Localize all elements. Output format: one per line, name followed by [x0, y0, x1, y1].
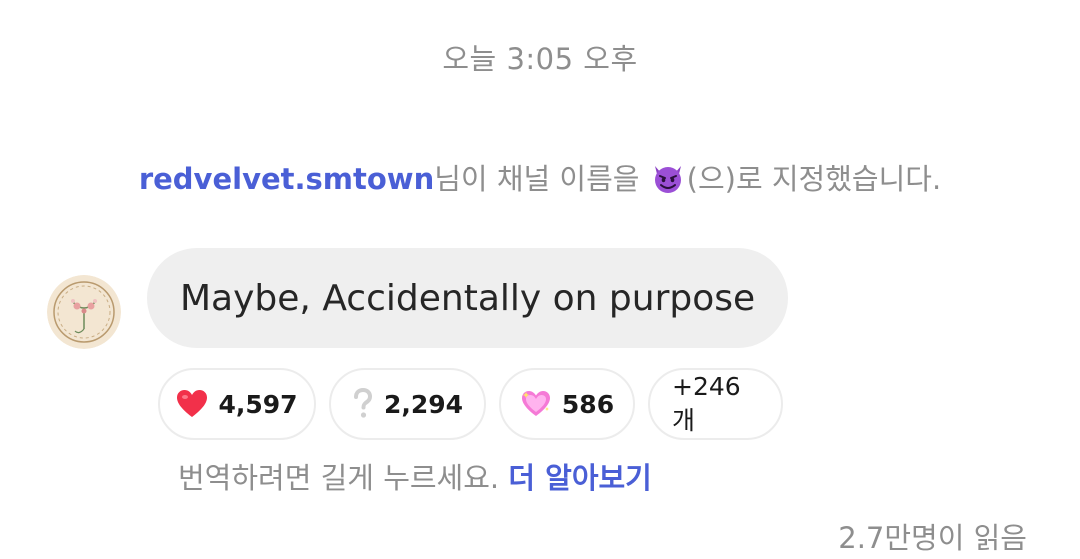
message-bubble[interactable]: Maybe, Accidentally on purpose [147, 248, 789, 348]
timestamp: 오늘 3:05 오후 [442, 42, 638, 76]
read-count: 2.7만명이 읽음 [838, 521, 1027, 555]
translate-hint-text: 번역하려면 길게 누르세요. [178, 461, 500, 495]
notice-suffix: (으)로 지정했습니다. [686, 162, 942, 196]
reaction-count: 586 [561, 389, 615, 419]
more-reactions-button[interactable]: +246개 [648, 368, 783, 440]
more-reactions-count: +246개 [672, 371, 741, 435]
sparkling-heart-icon [520, 389, 552, 419]
reaction-sparkling-heart[interactable]: 586 [499, 368, 635, 440]
translate-hint: 번역하려면 길게 누르세요. 더 알아보기 [178, 455, 652, 497]
message-text: Maybe, Accidentally on purpose [180, 277, 756, 319]
sender-avatar[interactable] [47, 275, 121, 349]
username-link[interactable]: redvelvet.smtown [139, 162, 434, 196]
reactions-bar: 4,597 2,294 586 +246개 [158, 368, 783, 440]
question-mark-icon [352, 388, 374, 420]
smiling-devil-icon [651, 161, 685, 202]
reaction-question[interactable]: 2,294 [329, 368, 486, 440]
reaction-count: 2,294 [383, 389, 464, 419]
red-heart-icon [176, 389, 208, 419]
channel-rename-notice: redvelvet.smtown님이 채널 이름을 (으)로 지정했습니다. [0, 156, 1080, 202]
learn-more-link[interactable]: 더 알아보기 [508, 461, 652, 495]
reaction-count: 4,597 [218, 389, 298, 419]
reaction-heart[interactable]: 4,597 [158, 368, 316, 440]
notice-prefix: 님이 채널 이름을 [434, 162, 649, 196]
